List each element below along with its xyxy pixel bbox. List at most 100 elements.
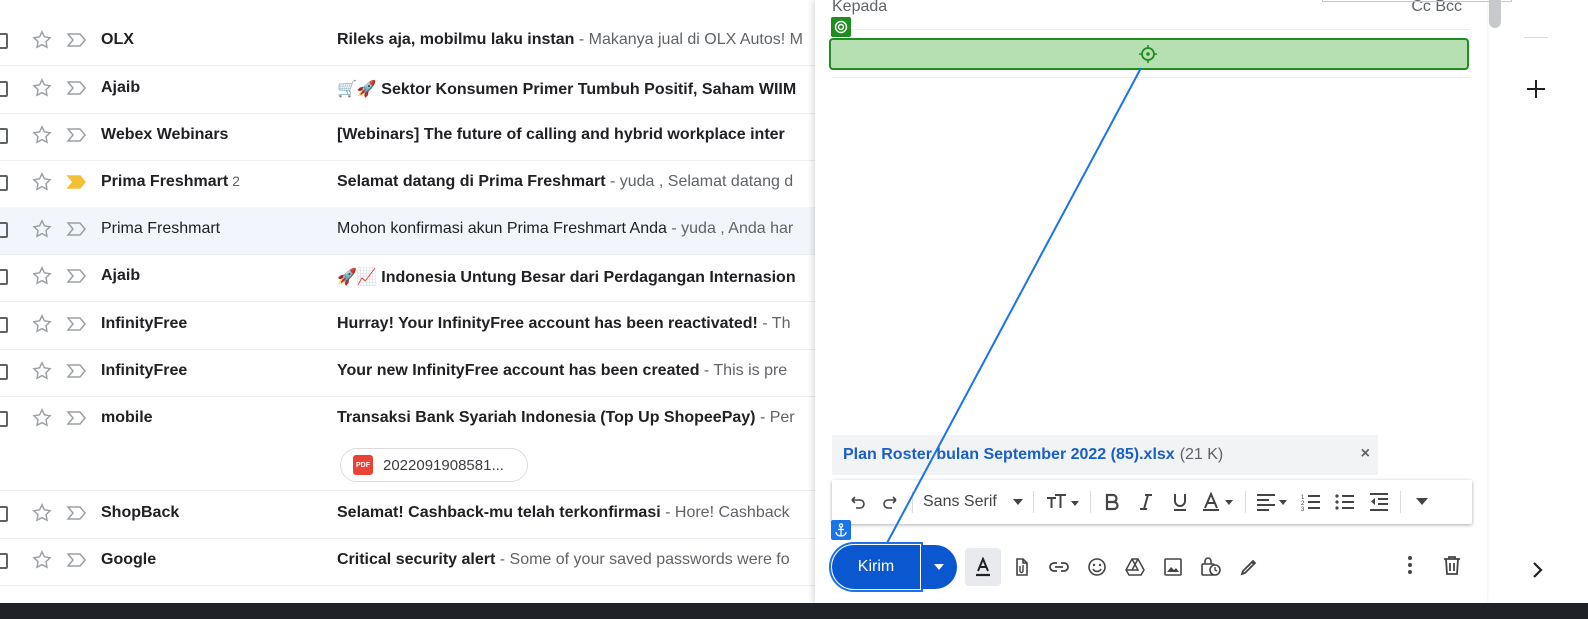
select-checkbox[interactable]: [0, 222, 8, 238]
email-subject: [Webinars] The future of calling and hyb…: [337, 126, 785, 143]
bulleted-list-icon[interactable]: [1328, 486, 1362, 518]
star-icon[interactable]: [31, 549, 53, 571]
star-icon[interactable]: [31, 218, 53, 240]
list-item[interactable]: Prima Freshmart 2 Selamat datang di Prima…: [0, 160, 840, 208]
select-checkbox[interactable]: [0, 553, 8, 569]
list-item[interactable]: Prima Freshmart Mohon konfirmasi akun Pr…: [0, 207, 840, 255]
list-item[interactable]: OLX Rileks aja, mobilmu laku instan - Ma…: [0, 18, 840, 66]
send-button[interactable]: Kirim: [829, 542, 923, 592]
attach-file-icon[interactable]: [1003, 548, 1039, 586]
important-marker-icon[interactable]: [66, 363, 88, 379]
more-formatting-icon[interactable]: [1405, 486, 1439, 518]
important-marker-icon[interactable]: [66, 32, 88, 48]
font-family-value: Sans Serif: [923, 493, 997, 510]
bold-icon[interactable]: [1095, 486, 1129, 518]
important-marker-icon[interactable]: [66, 127, 88, 143]
more-options-icon[interactable]: [1407, 555, 1413, 580]
recipient-input[interactable]: [1322, 0, 1512, 2]
italic-icon[interactable]: [1129, 486, 1163, 518]
sender-name: OLX: [101, 31, 134, 48]
star-icon[interactable]: [31, 171, 53, 193]
star-icon[interactable]: [31, 265, 53, 287]
select-checkbox[interactable]: [0, 33, 8, 49]
text-color-icon[interactable]: [1197, 486, 1241, 518]
list-item[interactable]: InfinityFree Your new InfinityFree accou…: [0, 349, 840, 397]
list-item[interactable]: ShopBack Selamat! Cashback-mu telah terk…: [0, 491, 840, 539]
email-snippet: - This is pre: [699, 362, 788, 379]
star-icon[interactable]: [31, 360, 53, 382]
list-item[interactable]: Ajaib 🛒🚀 Sektor Konsumen Primer Tumbuh P…: [0, 66, 840, 114]
sender-name: mobile: [101, 409, 153, 426]
discard-draft-icon[interactable]: [1443, 555, 1461, 580]
important-marker-icon[interactable]: [66, 552, 88, 568]
important-marker-icon[interactable]: [66, 505, 88, 521]
cc-bcc-link[interactable]: Cc Bcc: [1411, 0, 1462, 16]
formatting-options-icon[interactable]: [965, 548, 1001, 586]
list-item[interactable]: Google Critical security alert - Some of…: [0, 538, 840, 586]
chevron-right-icon[interactable]: [1531, 560, 1545, 580]
font-size-icon[interactable]: [1038, 486, 1086, 518]
star-icon[interactable]: [31, 313, 53, 335]
underline-icon[interactable]: [1163, 486, 1197, 518]
select-checkbox[interactable]: [0, 128, 8, 144]
align-icon[interactable]: [1250, 486, 1294, 518]
email-subject: 🛒🚀 Sektor Konsumen Primer Tumbuh Positif…: [337, 81, 797, 98]
star-icon[interactable]: [31, 124, 53, 146]
list-item[interactable]: mobile Transaksi Bank Syariah Indonesia …: [0, 396, 840, 491]
select-checkbox[interactable]: [0, 506, 8, 522]
undo-icon[interactable]: [840, 486, 874, 518]
add-addon-icon[interactable]: [1524, 77, 1548, 101]
star-icon[interactable]: [31, 77, 53, 99]
important-marker-icon[interactable]: [66, 268, 88, 284]
to-label: Kepada: [832, 0, 888, 15]
list-item[interactable]: Ajaib 🚀📈 Indonesia Untung Besar dari Per…: [0, 254, 840, 302]
gmail-window: OLX Rileks aja, mobilmu laku instan - Ma…: [0, 0, 1588, 619]
scrollbar-thumb[interactable]: [1489, 0, 1501, 28]
important-marker-icon[interactable]: [66, 80, 88, 96]
select-checkbox[interactable]: [0, 364, 8, 380]
email-snippet: - Some of your saved passwords were fo: [495, 551, 790, 568]
divider: [1032, 491, 1034, 513]
attachment-chip[interactable]: PDF 2022091908581...: [340, 448, 528, 482]
attachment-name[interactable]: Plan Roster bulan September 2022 (85).xl…: [843, 446, 1175, 464]
select-checkbox[interactable]: [0, 81, 8, 97]
font-family-select[interactable]: Sans Serif: [917, 493, 1029, 511]
svg-text:3: 3: [1301, 507, 1305, 511]
list-item[interactable]: InfinityFree Hurray! Your InfinityFree a…: [0, 302, 840, 350]
important-marker-icon[interactable]: [66, 316, 88, 332]
schedule-send-dropdown[interactable]: [921, 545, 957, 589]
divider: [1399, 491, 1401, 513]
select-checkbox[interactable]: [0, 411, 8, 427]
email-snippet: - Makanya jual di OLX Autos! M: [574, 31, 803, 48]
important-marker-icon[interactable]: [66, 174, 88, 190]
important-marker-icon[interactable]: [66, 410, 88, 426]
email-subject: Rileks aja, mobilmu laku instan: [337, 31, 575, 48]
star-icon[interactable]: [31, 29, 53, 51]
list-item[interactable]: Webex Webinars [Webinars] The future of …: [0, 113, 840, 161]
signature-icon[interactable]: [1231, 548, 1267, 586]
emoji-icon[interactable]: [1079, 548, 1115, 586]
insert-photo-icon[interactable]: [1155, 548, 1191, 586]
email-subject: 🚀📈 Indonesia Untung Besar dari Perdagang…: [337, 269, 796, 286]
numbered-list-icon[interactable]: 123: [1294, 486, 1328, 518]
insert-link-icon[interactable]: [1041, 548, 1077, 586]
star-icon[interactable]: [31, 407, 53, 429]
select-checkbox[interactable]: [0, 317, 8, 333]
remove-attachment-button[interactable]: ×: [1361, 445, 1370, 463]
caret-down-icon: [1012, 499, 1023, 505]
confidential-mode-icon[interactable]: [1193, 548, 1229, 586]
select-checkbox[interactable]: [0, 269, 8, 285]
redo-icon[interactable]: [874, 486, 908, 518]
attachment-size: (21 K): [1179, 446, 1224, 463]
star-icon[interactable]: [31, 502, 53, 524]
select-checkbox[interactable]: [0, 175, 8, 191]
email-subject: Your new InfinityFree account has been c…: [337, 362, 700, 379]
attachment-card[interactable]: Plan Roster bulan September 2022 (85).xl…: [832, 435, 1378, 475]
inbox-list: OLX Rileks aja, mobilmu laku instan - Ma…: [0, 0, 840, 590]
recipients-row[interactable]: Kepada Cc Bcc: [832, 0, 1512, 30]
important-marker-icon[interactable]: [66, 221, 88, 237]
google-drive-icon[interactable]: [1117, 548, 1153, 586]
indent-less-icon[interactable]: [1362, 486, 1396, 518]
pdf-icon: PDF: [353, 455, 373, 475]
email-subject: Hurray! Your InfinityFree account has be…: [337, 315, 758, 332]
